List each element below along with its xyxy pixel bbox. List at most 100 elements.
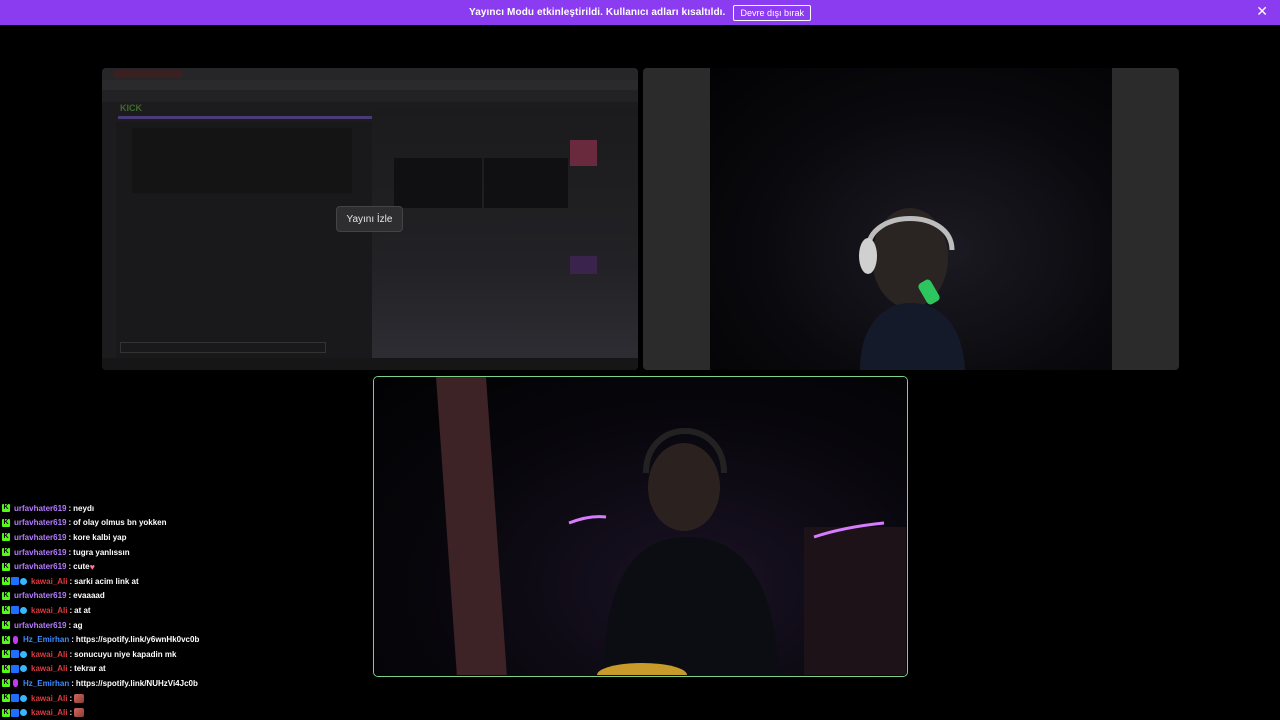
- shared-browser-bookmarks: [102, 90, 638, 102]
- chat-username[interactable]: kawai_Ali: [31, 708, 67, 717]
- mod-badge-icon: [11, 606, 19, 615]
- chat-separator: :: [69, 649, 73, 659]
- streamer-mode-banner: Yayıncı Modu etkinleştirildi. Kullanıcı …: [0, 0, 1280, 25]
- chat-username[interactable]: kawai_Ali: [31, 606, 67, 615]
- chat-username[interactable]: kawai_Ali: [31, 650, 67, 659]
- shared-thumb: [484, 158, 568, 208]
- chat-message: Kkawai_Ali: sarki acim link at: [2, 574, 362, 589]
- chat-text: tekrar at: [74, 664, 106, 674]
- kick-badge-icon: K: [2, 679, 10, 688]
- chat-username[interactable]: kawai_Ali: [31, 577, 67, 586]
- participant-silhouette: [859, 208, 965, 370]
- chat-message: Kkawai_Ali:: [2, 705, 362, 720]
- chat-separator: :: [68, 547, 72, 557]
- chat-username[interactable]: urfavhater619: [14, 591, 66, 600]
- mod-badge-icon: [11, 708, 19, 717]
- chat-message: Kurfavhater619: ag: [2, 618, 362, 633]
- shared-kick-logo: KICK: [120, 103, 142, 113]
- chat-username[interactable]: kawai_Ali: [31, 694, 67, 703]
- chat-message: Kkawai_Ali: at at: [2, 603, 362, 618]
- shared-sidebar-item: [570, 140, 597, 166]
- active-speaker-tile[interactable]: [373, 376, 908, 677]
- chat-overlay: Kurfavhater619: neydı Kurfavhater619: of ol…: [2, 501, 362, 720]
- kick-badge-icon: K: [2, 533, 10, 542]
- chat-message: Kurfavhater619: tugra yanlıssın: [2, 545, 362, 560]
- streamer-mode-text: Yayıncı Modu etkinleştirildi. Kullanıcı …: [469, 7, 726, 18]
- chat-separator: :: [68, 518, 72, 528]
- kick-badge-icon: K: [2, 635, 10, 644]
- shared-sidebar-item: [570, 256, 597, 274]
- chat-username[interactable]: Hz_Emirhan: [23, 679, 69, 688]
- emote-icon: [74, 693, 85, 703]
- chat-username[interactable]: Hz_Emirhan: [23, 635, 69, 644]
- chat-username[interactable]: urfavhater619: [14, 533, 66, 542]
- chat-text: tugra yanlıssın: [73, 547, 130, 557]
- chat-separator: :: [68, 562, 72, 572]
- active-speaker-scene: [436, 377, 906, 676]
- shared-thumb: [394, 158, 482, 208]
- shared-browser-titlebar: [102, 68, 638, 80]
- participant-camera-tile[interactable]: [643, 68, 1179, 370]
- screen-share-tile[interactable]: KICK Yayını İzle: [102, 68, 638, 370]
- chat-message: Kkawai_Ali: sonucuyu niye kapadin mk: [2, 647, 362, 662]
- kick-badge-icon: K: [2, 591, 10, 600]
- mod-badge-icon: [11, 664, 19, 673]
- chat-text: https://spotify.link/NUHzVi4Jc0b: [75, 678, 198, 688]
- kick-badge-icon: K: [2, 577, 10, 586]
- kick-badge-icon: K: [2, 664, 10, 673]
- kick-badge-icon: K: [2, 548, 10, 557]
- chat-separator: :: [68, 532, 72, 542]
- chat-username[interactable]: urfavhater619: [14, 518, 66, 527]
- mod-badge-icon: [11, 650, 19, 659]
- chat-separator: :: [69, 693, 73, 703]
- chat-message: Kurfavhater619: kore kalbi yap: [2, 530, 362, 545]
- chat-message: Kurfavhater619: cute ♥: [2, 559, 362, 574]
- mod-badge-icon: [11, 694, 19, 703]
- shared-call-panel: [372, 108, 638, 370]
- chat-separator: :: [69, 576, 73, 586]
- chat-text: kore kalbi yap: [73, 532, 127, 542]
- chat-text: https://spotify.link/y6wnHk0vc0b: [75, 635, 200, 645]
- chat-username[interactable]: kawai_Ali: [31, 664, 67, 673]
- chat-username[interactable]: urfavhater619: [14, 548, 66, 557]
- mic-badge-icon: [13, 679, 18, 688]
- chat-message: Kkawai_Ali: tekrar at: [2, 662, 362, 677]
- chat-text: sarki acim link at: [74, 576, 139, 586]
- kick-badge-icon: K: [2, 606, 10, 615]
- chat-text: cute: [73, 562, 90, 572]
- kick-badge-icon: K: [2, 650, 10, 659]
- mic-badge-icon: [13, 635, 18, 644]
- kick-badge-icon: K: [2, 504, 10, 513]
- watch-stream-button[interactable]: Yayını İzle: [336, 206, 403, 232]
- chat-separator: :: [71, 678, 74, 688]
- participant-video: [710, 68, 1112, 370]
- chat-separator: :: [68, 591, 72, 601]
- kick-badge-icon: K: [2, 708, 10, 717]
- chat-text: of olay olmus bn yokken: [73, 518, 167, 528]
- chat-username[interactable]: urfavhater619: [14, 621, 66, 630]
- active-speaker-video: [374, 377, 907, 676]
- disable-streamer-mode-button[interactable]: Devre dışı bırak: [733, 4, 811, 21]
- gem-badge-icon: [20, 606, 27, 614]
- shared-taskbar: [102, 358, 638, 370]
- mod-badge-icon: [11, 577, 19, 586]
- chat-text: evaaaad: [73, 591, 105, 601]
- chat-separator: :: [71, 635, 74, 645]
- kick-badge-icon: K: [2, 562, 10, 571]
- chat-separator: :: [69, 708, 73, 718]
- shared-browser-addressbar: [102, 80, 638, 90]
- gem-badge-icon: [20, 650, 27, 658]
- close-icon[interactable]: ✕: [1256, 4, 1268, 20]
- chat-message: Kurfavhater619: neydı: [2, 501, 362, 516]
- gem-badge-icon: [20, 709, 27, 717]
- chat-username[interactable]: urfavhater619: [14, 562, 66, 571]
- kick-badge-icon: K: [2, 621, 10, 630]
- shared-stream-video: [132, 128, 352, 193]
- gem-badge-icon: [20, 665, 27, 673]
- chat-message: Kurfavhater619: evaaaad: [2, 589, 362, 604]
- chat-separator: :: [69, 664, 73, 674]
- chat-message: Kkawai_Ali:: [2, 691, 362, 706]
- chat-username[interactable]: urfavhater619: [14, 504, 66, 513]
- chat-separator: :: [69, 605, 73, 615]
- chat-text: neydı: [73, 503, 95, 513]
